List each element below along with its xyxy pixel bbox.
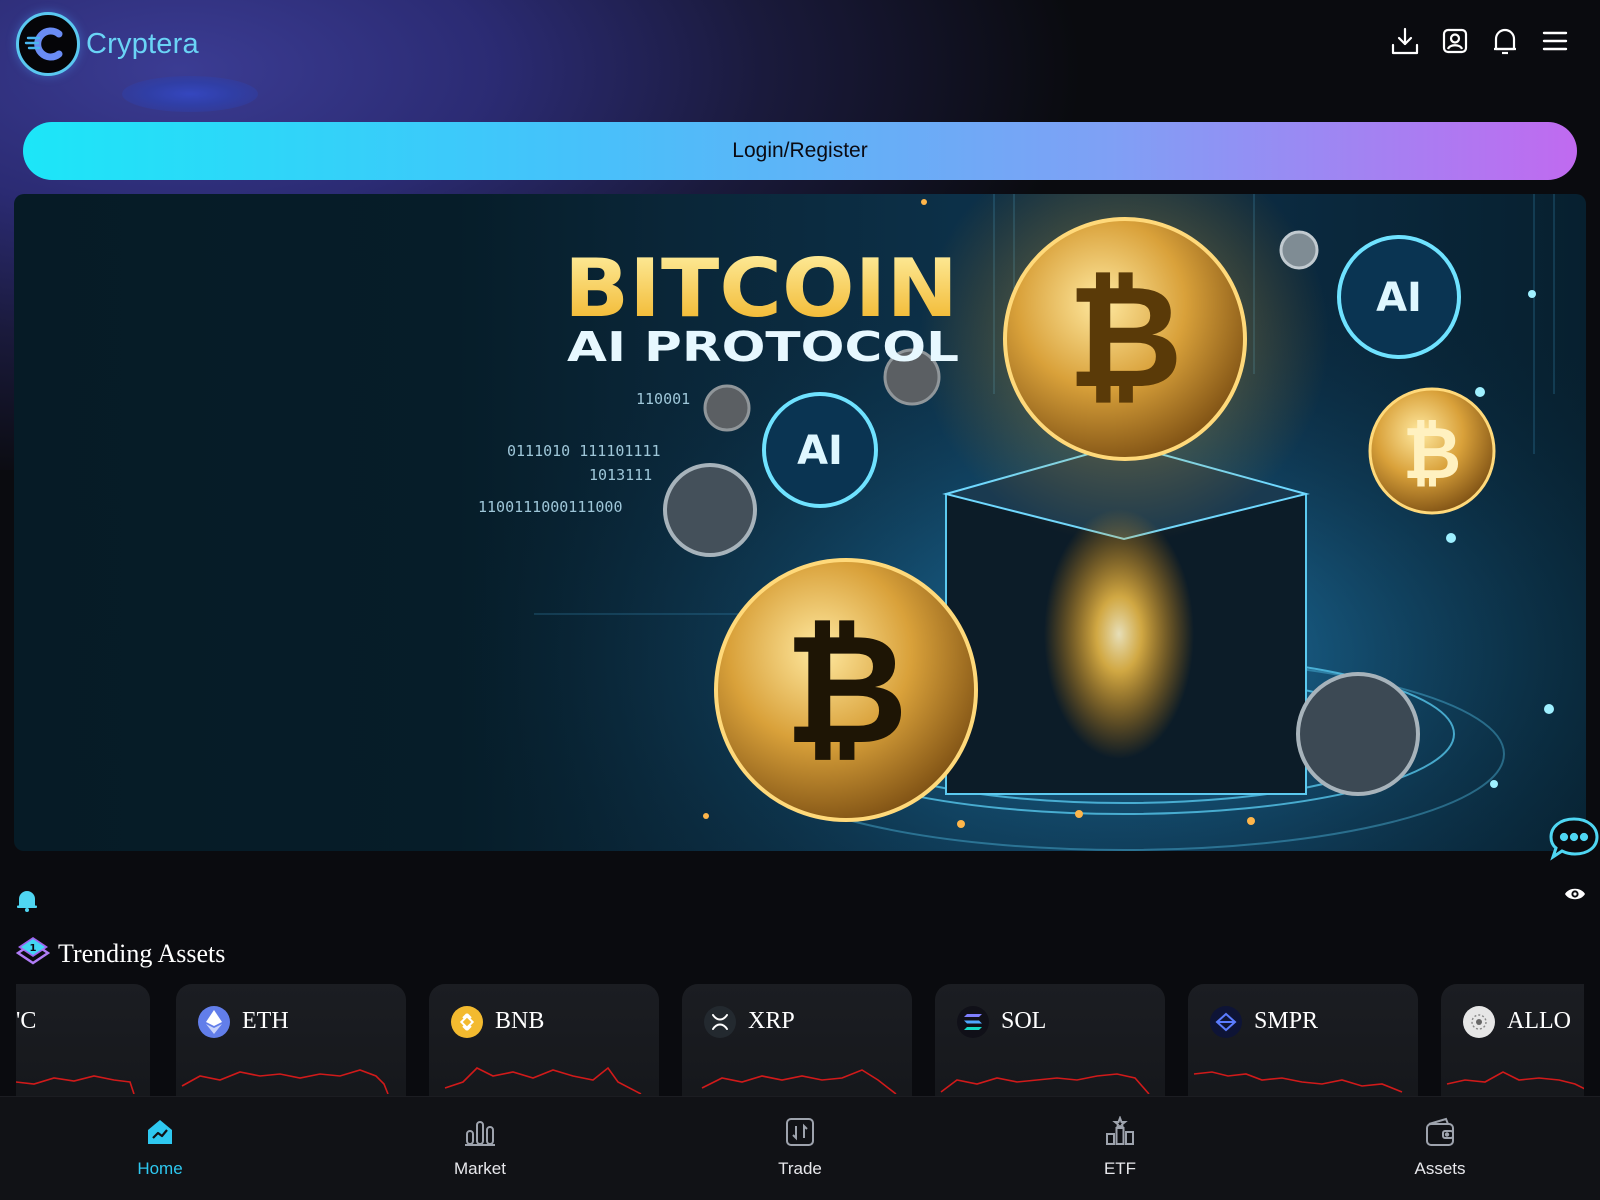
eth-icon [198, 1006, 230, 1038]
smpr-icon [1210, 1006, 1242, 1038]
nav-assets[interactable]: Assets [1360, 1097, 1520, 1200]
sparkline [940, 1073, 1150, 1094]
asset-card-smpr[interactable]: SMPR [1188, 984, 1418, 1096]
nav-label: Home [137, 1159, 183, 1178]
svg-text:110001: 110001 [636, 390, 690, 408]
nav-label: ETF [1103, 1159, 1137, 1178]
asset-symbol: 'C [16, 1008, 37, 1034]
svg-text:1: 1 [30, 943, 37, 954]
app-logo[interactable]: Cryptera [16, 12, 199, 76]
obscured-region [122, 76, 258, 112]
menu-icon[interactable] [1540, 26, 1570, 56]
svg-text:AI: AI [1376, 275, 1422, 321]
bottom-navigation: Home Market Trade ETF Assets [0, 1096, 1600, 1200]
wallet-icon [1423, 1115, 1457, 1149]
nav-label: Assets [1414, 1159, 1466, 1178]
svg-text:₿: ₿ [1067, 255, 1183, 420]
login-register-button[interactable]: Login/Register [23, 122, 1577, 180]
svg-text:AI: AI [797, 428, 843, 474]
market-icon [463, 1115, 497, 1149]
svg-text:₿: ₿ [784, 601, 908, 778]
trending-assets-carousel[interactable]: 'C ETH BNB XRP SOL SMPR ALLO [16, 984, 1584, 1096]
svg-text:1013111: 1013111 [589, 466, 652, 484]
sparkline [444, 1066, 642, 1094]
download-icon[interactable] [1390, 26, 1420, 56]
asset-symbol: ALLO [1507, 1008, 1571, 1034]
xrp-icon [704, 1006, 736, 1038]
asset-symbol: BNB [495, 1008, 545, 1034]
logo-mark-icon [16, 12, 80, 76]
asset-card-btc[interactable]: 'C [16, 984, 150, 1096]
sparkline [16, 1075, 135, 1094]
nav-label: Market [454, 1159, 506, 1178]
svg-text:0111010 111101111: 0111010 111101111 [507, 442, 661, 460]
asset-symbol: SMPR [1254, 1008, 1319, 1034]
allo-icon [1463, 1006, 1495, 1038]
sparkline [181, 1069, 389, 1094]
asset-symbol: XRP [748, 1008, 795, 1034]
promo-banner[interactable]: 110001 0111010 111101111 1013111 1100111… [14, 194, 1586, 851]
sparkline [701, 1069, 897, 1094]
top-header: Cryptera [0, 0, 1600, 112]
chat-support-icon[interactable] [1548, 815, 1600, 865]
bell-icon[interactable] [1490, 26, 1520, 56]
home-icon [143, 1115, 177, 1149]
nav-home[interactable]: Home [80, 1097, 240, 1200]
etf-icon [1103, 1115, 1137, 1149]
banner-subheadline: AI PROTOCOL [567, 323, 959, 371]
sparkline [1446, 1071, 1584, 1090]
nav-label: Trade [778, 1159, 822, 1178]
asset-symbol: SOL [1001, 1008, 1047, 1034]
nav-trade[interactable]: Trade [720, 1097, 880, 1200]
asset-symbol: ETH [242, 1008, 289, 1034]
section-title: Trending Assets [58, 938, 226, 968]
app-name: Cryptera [86, 27, 199, 60]
announcement-bell-icon[interactable] [16, 888, 38, 912]
asset-card-xrp[interactable]: XRP [682, 984, 912, 1096]
trending-assets-header: 1 Trending Assets [15, 935, 226, 972]
profile-icon[interactable] [1440, 26, 1470, 56]
asset-card-allo[interactable]: ALLO [1441, 984, 1584, 1096]
nav-etf[interactable]: ETF [1040, 1097, 1200, 1200]
eye-icon[interactable] [1563, 882, 1587, 906]
nav-market[interactable]: Market [400, 1097, 560, 1200]
sparkline [1193, 1071, 1403, 1093]
svg-text:1100111000111000: 1100111000111000 [478, 498, 623, 516]
sol-icon [957, 1006, 989, 1038]
trade-icon [783, 1115, 817, 1149]
asset-card-sol[interactable]: SOL [935, 984, 1165, 1096]
asset-card-bnb[interactable]: BNB [429, 984, 659, 1096]
trending-icon: 1 [15, 935, 51, 972]
svg-text:₿: ₿ [1403, 411, 1462, 495]
asset-card-eth[interactable]: ETH [176, 984, 406, 1096]
banner-headline: BITCOIN [564, 242, 958, 335]
bnb-icon [451, 1006, 483, 1038]
